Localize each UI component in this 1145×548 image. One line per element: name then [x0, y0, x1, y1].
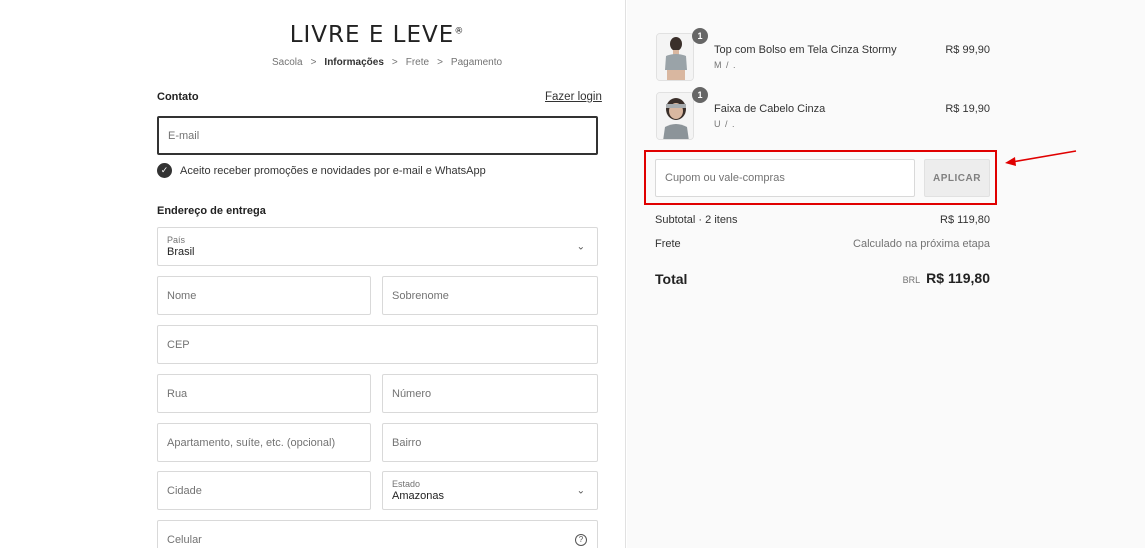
order-summary-panel [627, 0, 1145, 548]
contact-title: Contato [157, 91, 199, 103]
checkout-form-panel [0, 0, 626, 548]
total-value: BRL R$ 119,80 [903, 270, 990, 286]
product-photo-icon [657, 34, 693, 80]
cart-item-price: R$ 99,90 [945, 44, 990, 56]
total-label: Total [655, 271, 688, 287]
phone-field[interactable]: Celular ? [157, 520, 598, 548]
marketing-opt-in-label: Aceito receber promoções e novidades por… [180, 164, 486, 177]
chevron-right-icon: > [437, 57, 443, 68]
total-currency: BRL [902, 275, 921, 285]
product-thumbnail [656, 33, 694, 81]
breadcrumb-frete: Frete [405, 57, 430, 68]
breadcrumb-sacola[interactable]: Sacola [272, 57, 303, 68]
check-icon[interactable]: ✓ [157, 163, 172, 178]
cart-item-name: Faixa de Cabelo Cinza [714, 103, 826, 115]
brand-logo[interactable]: LIVRE E LEVE® [0, 22, 754, 48]
apartment-field[interactable]: Apartamento, suíte, etc. (opcional) [157, 423, 371, 462]
quantity-badge: 1 [692, 28, 708, 44]
shipping-title: Endereço de entrega [157, 205, 266, 217]
apply-coupon-button[interactable]: APLICAR [924, 159, 990, 197]
breadcrumb: Sacola > Informações > Frete > Pagamento [272, 57, 502, 68]
product-photo-icon [657, 93, 693, 139]
breadcrumb-informacoes: Informações [324, 57, 384, 68]
number-field[interactable]: Número [382, 374, 598, 413]
cart-item-variant: U / . [714, 119, 736, 129]
login-link[interactable]: Fazer login [545, 91, 602, 103]
cart-item-name: Top com Bolso em Tela Cinza Stormy [714, 44, 897, 56]
first-name-field[interactable]: Nome [157, 276, 371, 315]
state-select[interactable]: Estado Amazonas ⌄ [382, 471, 598, 510]
cart-item-variant: M / . [714, 60, 737, 70]
help-icon[interactable]: ? [575, 533, 587, 546]
breadcrumb-pagamento: Pagamento [450, 57, 503, 68]
total-amount: R$ 119,80 [926, 270, 990, 286]
marketing-opt-in[interactable]: ✓ Aceito receber promoções e novidades p… [157, 163, 486, 178]
cart-item-price: R$ 19,90 [945, 103, 990, 115]
shipping-value: Calculado na próxima etapa [853, 238, 990, 250]
chevron-down-icon: ⌄ [576, 485, 585, 496]
chevron-down-icon: ⌄ [576, 241, 585, 252]
city-field[interactable]: Cidade [157, 471, 371, 510]
neighborhood-field[interactable]: Bairro [382, 423, 598, 462]
shipping-label: Frete [655, 238, 681, 250]
chevron-right-icon: > [391, 57, 398, 68]
cep-field[interactable]: CEP [157, 325, 598, 364]
country-select[interactable]: País Brasil ⌄ [157, 227, 598, 266]
last-name-field[interactable]: Sobrenome [382, 276, 598, 315]
chevron-right-icon: > [310, 57, 317, 68]
subtotal-label: Subtotal · 2 itens [655, 214, 738, 226]
annotation-arrow-icon [1005, 150, 1077, 166]
subtotal-value: R$ 119,80 [940, 214, 990, 226]
coupon-input[interactable]: Cupom ou vale-compras [655, 159, 915, 197]
quantity-badge: 1 [692, 87, 708, 103]
product-thumbnail [656, 92, 694, 140]
street-field[interactable]: Rua [157, 374, 371, 413]
email-input[interactable]: E-mail [157, 116, 598, 155]
